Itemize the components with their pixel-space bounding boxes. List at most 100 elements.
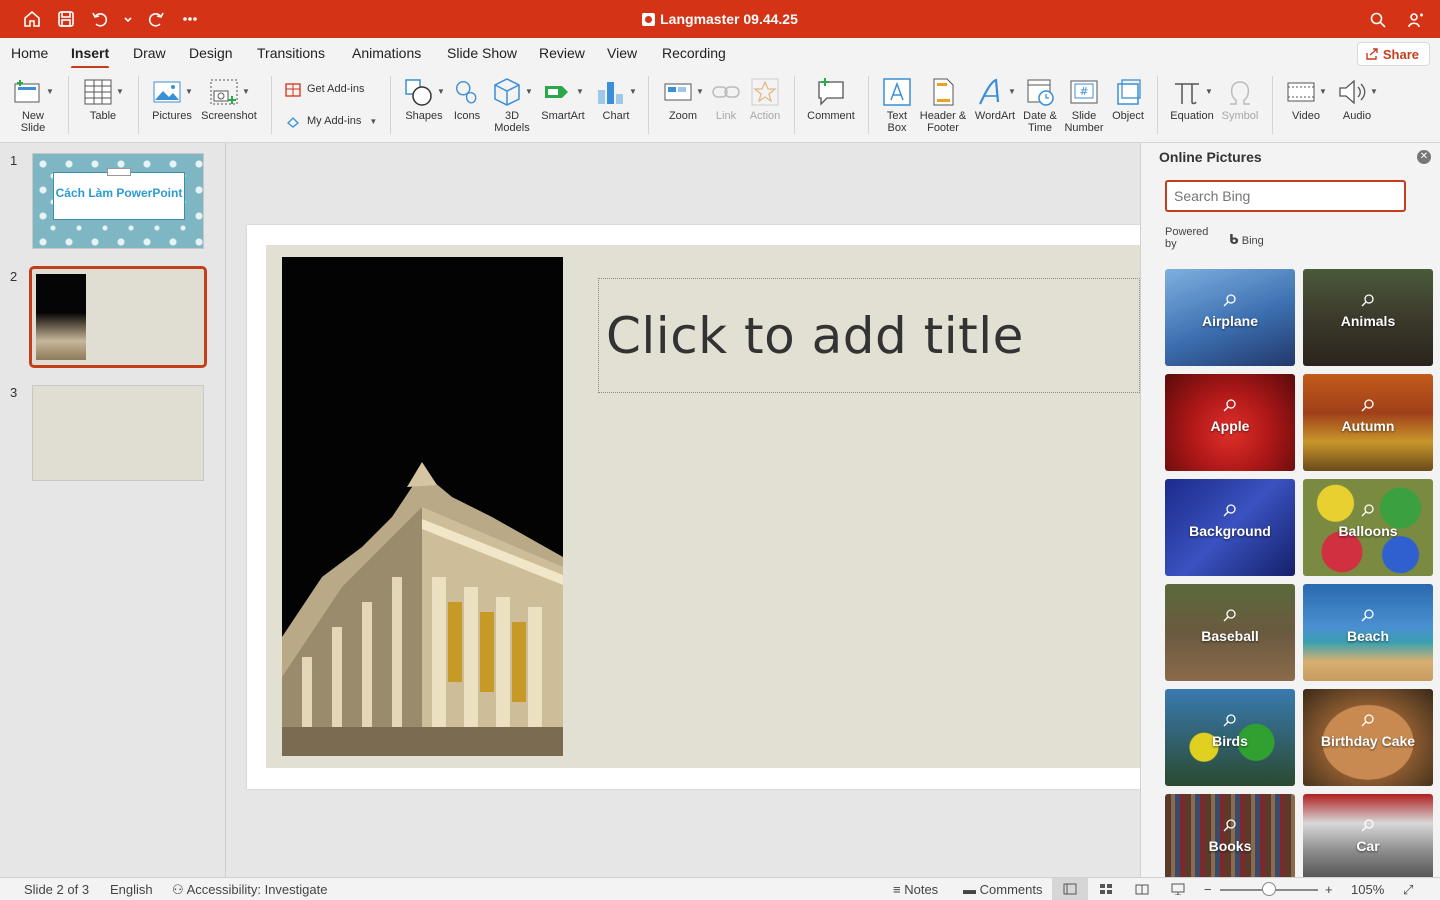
link-icon xyxy=(710,74,742,110)
comment-button[interactable]: Comment xyxy=(805,74,857,122)
slide-canvas[interactable]: Click to add title xyxy=(247,225,1140,789)
reading-view-button[interactable] xyxy=(1124,878,1160,900)
category-tile-birthday-cake[interactable]: Birthday Cake xyxy=(1303,689,1433,786)
slide-number-button[interactable]: # Slide Number xyxy=(1063,74,1105,134)
icons-button[interactable]: Icons xyxy=(452,74,482,122)
tab-transitions[interactable]: Transitions xyxy=(257,45,325,61)
equation-button[interactable]: ▼ Equation xyxy=(1168,74,1216,122)
save-icon[interactable] xyxy=(56,9,76,29)
share-button[interactable]: Share xyxy=(1356,42,1430,66)
slideshow-view-button[interactable] xyxy=(1160,878,1196,900)
omega-icon xyxy=(1220,74,1260,110)
category-tile-books[interactable]: Books xyxy=(1165,794,1295,877)
my-addins-button[interactable]: My Add-ins ▼ xyxy=(285,113,377,129)
tab-review[interactable]: Review xyxy=(539,45,585,61)
object-icon xyxy=(1108,74,1148,110)
more-icon[interactable] xyxy=(180,9,200,29)
accessibility-checker[interactable]: ⚇ Accessibility: Investigate xyxy=(172,882,327,898)
search-icon xyxy=(1361,714,1374,727)
category-tile-birds[interactable]: Birds xyxy=(1165,689,1295,786)
slide-thumbnail-1[interactable]: Cách Làm PowerPoint xyxy=(32,153,204,249)
search-input[interactable] xyxy=(1165,180,1406,212)
normal-view-button[interactable] xyxy=(1052,878,1088,900)
tab-home[interactable]: Home xyxy=(11,45,48,61)
slide-thumbnail-3[interactable] xyxy=(32,385,204,481)
category-tile-apple[interactable]: Apple xyxy=(1165,374,1295,471)
separator xyxy=(68,76,69,134)
tab-design[interactable]: Design xyxy=(189,45,233,61)
search-icon[interactable] xyxy=(1368,10,1388,30)
tab-animations[interactable]: Animations xyxy=(352,45,421,61)
category-tile-car[interactable]: Car xyxy=(1303,794,1433,877)
search-icon xyxy=(1223,294,1236,307)
screenshot-icon: ▼ xyxy=(199,74,259,110)
new-slide-button[interactable]: ▼ New Slide xyxy=(10,74,56,134)
star-icon xyxy=(746,74,784,110)
opera-house-photo[interactable] xyxy=(282,257,563,756)
object-button[interactable]: Object xyxy=(1108,74,1148,122)
smartart-button[interactable]: ▼ SmartArt xyxy=(538,74,588,122)
tab-recording[interactable]: Recording xyxy=(662,45,726,61)
category-tile-animals[interactable]: Animals xyxy=(1303,269,1433,366)
separator xyxy=(390,76,391,134)
bing-icon: ᑲ xyxy=(1229,232,1239,247)
link-button[interactable]: Link xyxy=(710,74,742,122)
window-title: Langmaster 09.44.25 xyxy=(0,11,1440,27)
fit-to-window-icon[interactable]: ⤢ xyxy=(1403,882,1413,898)
slide-sorter-button[interactable] xyxy=(1088,878,1124,900)
wordart-button[interactable]: ▼ WordArt xyxy=(972,74,1018,122)
chart-icon: ▼ xyxy=(594,74,638,110)
title-placeholder[interactable]: Click to add title xyxy=(598,278,1140,393)
zoom-in-button[interactable]: + xyxy=(1325,882,1333,897)
tab-slide-show[interactable]: Slide Show xyxy=(447,45,517,61)
get-addins-button[interactable]: Get Add-ins xyxy=(285,81,364,97)
symbol-button[interactable]: Symbol xyxy=(1220,74,1260,122)
category-tile-airplane[interactable]: Airplane xyxy=(1165,269,1295,366)
3d-models-button[interactable]: ▼ 3D Models xyxy=(490,74,534,134)
slide-counter: Slide 2 of 3 xyxy=(24,882,90,897)
undo-dropdown-icon[interactable] xyxy=(124,9,132,29)
audio-button[interactable]: ▼ Audio xyxy=(1334,74,1380,122)
account-icon[interactable] xyxy=(1406,10,1426,30)
slide-thumbnail-2[interactable] xyxy=(29,266,207,368)
slide-number-label: 3 xyxy=(10,385,18,400)
undo-icon[interactable] xyxy=(90,9,110,29)
tab-view[interactable]: View xyxy=(607,45,637,61)
svg-text:#: # xyxy=(1079,85,1088,98)
category-tile-background[interactable]: Background xyxy=(1165,479,1295,576)
action-button[interactable]: Action xyxy=(746,74,784,122)
zoom-slider-thumb[interactable] xyxy=(1262,882,1276,896)
table-button[interactable]: ▼ Table xyxy=(80,74,126,122)
zoom-level[interactable]: 105% xyxy=(1351,882,1384,897)
category-tile-baseball[interactable]: Baseball xyxy=(1165,584,1295,681)
slide-number-label: 2 xyxy=(10,269,18,284)
screenshot-button[interactable]: ▼ Screenshot xyxy=(199,74,259,122)
separator xyxy=(794,76,795,134)
zoom-out-button[interactable]: − xyxy=(1204,882,1212,897)
chart-button[interactable]: ▼ Chart xyxy=(594,74,638,122)
redo-icon[interactable] xyxy=(146,9,166,29)
tab-insert[interactable]: Insert xyxy=(71,45,110,69)
text-box-button[interactable]: Text Box xyxy=(878,74,916,134)
shapes-button[interactable]: ▼ Shapes xyxy=(401,74,447,122)
pi-icon: ▼ xyxy=(1168,74,1216,110)
tab-draw[interactable]: Draw xyxy=(133,45,166,61)
text-box-icon xyxy=(878,74,916,110)
comments-button[interactable]: ▬ Comments xyxy=(963,882,1042,897)
smartart-icon: ▼ xyxy=(538,74,588,110)
search-icon xyxy=(1223,714,1236,727)
date-time-button[interactable]: Date & Time xyxy=(1020,74,1060,134)
notes-button[interactable]: ≡ Notes xyxy=(893,882,938,897)
pictures-button[interactable]: ▼ Pictures xyxy=(149,74,195,122)
separator xyxy=(271,76,272,134)
category-tile-autumn[interactable]: Autumn xyxy=(1303,374,1433,471)
category-tile-balloons[interactable]: Balloons xyxy=(1303,479,1433,576)
close-icon[interactable]: ✕ xyxy=(1417,150,1431,164)
header-footer-button[interactable]: Header & Footer xyxy=(918,74,968,134)
category-tile-beach[interactable]: Beach xyxy=(1303,584,1433,681)
zoom-button[interactable]: ▼ Zoom xyxy=(660,74,706,122)
language-indicator[interactable]: English xyxy=(110,882,153,897)
video-button[interactable]: ▼ Video xyxy=(1283,74,1329,122)
home-icon[interactable] xyxy=(22,9,42,29)
pictures-icon: ▼ xyxy=(149,74,195,110)
